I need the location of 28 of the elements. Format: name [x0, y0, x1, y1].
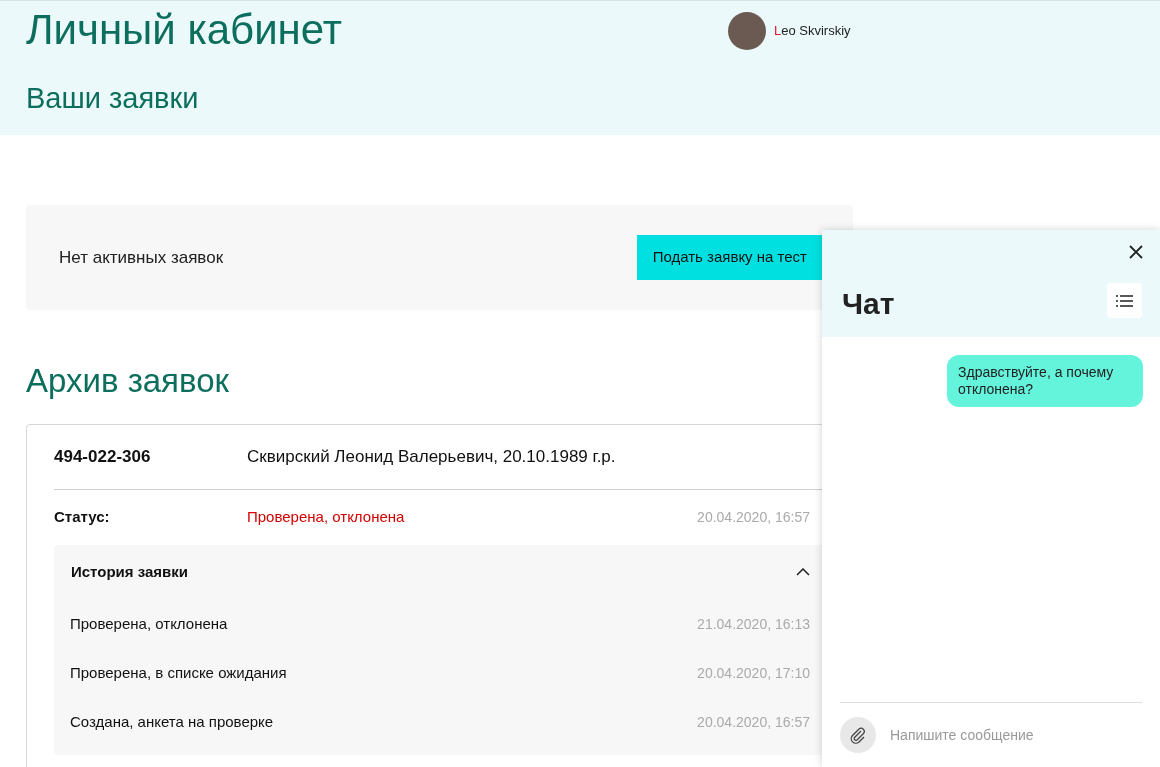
- user-name[interactable]: Leo Skvirskiy: [774, 21, 851, 41]
- history-title: История заявки: [71, 561, 189, 582]
- page-title: Личный кабинет: [26, 9, 343, 51]
- apply-button[interactable]: Подать заявку на тест: [636, 235, 823, 280]
- history-status: Создана, анкета на проверке: [70, 711, 274, 732]
- list-button[interactable]: [1107, 283, 1142, 318]
- archive-title: Архив заявок: [26, 361, 230, 401]
- paperclip-icon: [849, 726, 867, 744]
- status-value: Проверена, отклонена: [247, 506, 406, 527]
- history-status: Проверена, отклонена: [70, 613, 228, 634]
- application-number: 494-022-306: [54, 445, 152, 468]
- chat-title: Чат: [842, 286, 895, 322]
- status-label: Статус:: [54, 506, 111, 527]
- list-icon: [1116, 294, 1133, 307]
- history-date: 21.04.2020, 16:13: [697, 614, 810, 634]
- message-input[interactable]: Напишите сообщение: [890, 724, 1142, 746]
- history-status: Проверена, в списке ожидания: [70, 662, 287, 683]
- caret-icon[interactable]: [796, 568, 810, 576]
- page-subtitle: Ваши заявки: [26, 81, 200, 116]
- applicant-info: Сквирский Леонид Валерьевич, 20.10.1989 г.р.: [247, 445, 616, 468]
- no-requests-text: Нет активных заявок: [59, 246, 224, 269]
- attach-button[interactable]: [840, 717, 876, 753]
- avatar[interactable]: [728, 12, 766, 50]
- history-date: 20.04.2020, 16:57: [697, 712, 810, 732]
- close-icon[interactable]: [1129, 245, 1143, 259]
- history-date: 20.04.2020, 17:10: [697, 663, 810, 683]
- message-bubble: Здравствуйте, а почему отклонена?: [947, 355, 1143, 407]
- status-date: 20.04.2020, 16:57: [697, 507, 810, 527]
